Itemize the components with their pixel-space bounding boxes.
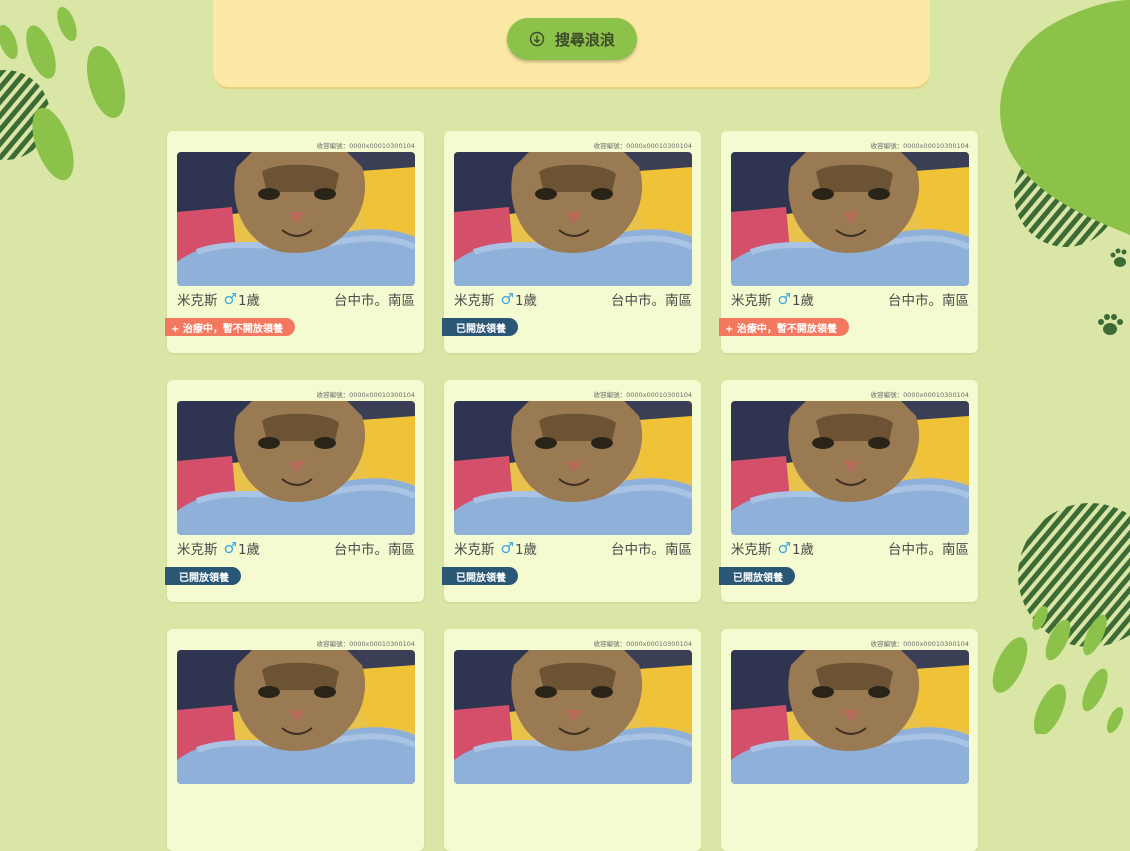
leaf-shape <box>0 24 18 60</box>
shelter-id: 收容編號：0000x00010300104 <box>316 640 415 648</box>
pet-card-grid: 收容編號：0000x00010300104 米克斯 ♂ 1歲 台中市。南區 + … <box>165 131 978 851</box>
paw-icon <box>1110 248 1127 267</box>
pet-age: 1歲 <box>237 542 261 558</box>
paw-icon <box>1098 314 1123 335</box>
pet-card[interactable]: 收容編號：0000x00010300104 <box>721 629 978 851</box>
shelter-id: 收容編號：0000x00010300104 <box>870 640 969 648</box>
pet-card[interactable]: 收容編號：0000x00010300104 <box>167 629 424 851</box>
leaf-shape <box>1032 605 1048 631</box>
leaf-shape <box>1033 684 1067 734</box>
pet-location: 台中市。南區 <box>611 293 692 309</box>
shelter-id: 收容編號：0000x00010300104 <box>316 142 415 150</box>
pet-age: 1歲 <box>791 293 815 309</box>
shelter-id: 收容編號：0000x00010300104 <box>593 142 692 150</box>
search-panel: 搜尋浪浪 <box>213 0 930 87</box>
pet-breed: 米克斯 <box>731 542 772 558</box>
pet-card[interactable]: 收容編號：0000x00010300104 米克斯 ♂ 1歲 <box>719 380 978 602</box>
arrow-down-circle-icon <box>529 31 545 47</box>
leaf-shape <box>32 107 74 181</box>
shelter-id: 收容編號：0000x00010300104 <box>316 391 415 399</box>
pet-photo[interactable] <box>731 401 969 535</box>
leaf-shape <box>1082 668 1108 712</box>
pet-breed: 米克斯 <box>177 293 218 309</box>
pet-card[interactable]: 收容編號：0000x00010300104 米克斯 ♂ 1歲 <box>442 380 701 602</box>
leaf-shape <box>57 6 77 42</box>
striped-blob-bottom-right <box>1018 503 1130 647</box>
pet-location: 台中市。南區 <box>334 293 415 309</box>
pet-photo[interactable] <box>731 152 969 286</box>
search-button[interactable]: 搜尋浪浪 <box>507 18 637 60</box>
shelter-id: 收容編號：0000x00010300104 <box>870 142 969 150</box>
status-badge: 已開放領養 <box>719 567 795 585</box>
male-icon: ♂ <box>500 290 514 308</box>
pet-photo[interactable] <box>177 650 415 784</box>
status-badge: + 治療中，暫不開放領養 <box>719 318 849 336</box>
pet-location: 台中市。南區 <box>611 542 692 558</box>
status-badge: 已開放領養 <box>442 567 518 585</box>
pet-info <box>454 787 692 807</box>
pet-photo[interactable] <box>177 152 415 286</box>
striped-blob-top-right <box>1014 143 1118 247</box>
pet-info: 米克斯 ♂ 1歲 台中市。南區 <box>731 289 969 309</box>
pet-info: 米克斯 ♂ 1歲 台中市。南區 <box>454 289 692 309</box>
pet-info: 米克斯 ♂ 1歲 台中市。南區 <box>177 289 415 309</box>
status-badge: 已開放領養 <box>442 318 518 336</box>
pet-info: 米克斯 ♂ 1歲 台中市。南區 <box>731 538 969 558</box>
male-icon: ♂ <box>777 539 791 557</box>
male-icon: ♂ <box>223 290 237 308</box>
pet-breed: 米克斯 <box>731 293 772 309</box>
pet-photo[interactable] <box>731 650 969 784</box>
pet-location: 台中市。南區 <box>888 293 969 309</box>
pet-breed: 米克斯 <box>454 293 495 309</box>
leaf-shape <box>1083 614 1107 656</box>
male-icon: ♂ <box>777 290 791 308</box>
green-blob-top-right <box>1000 0 1130 235</box>
pet-age: 1歲 <box>514 293 538 309</box>
pet-location: 台中市。南區 <box>334 542 415 558</box>
leaf-shape <box>992 637 1028 693</box>
pet-info <box>177 787 415 807</box>
pet-breed: 米克斯 <box>177 542 218 558</box>
shelter-id: 收容編號：0000x00010300104 <box>593 391 692 399</box>
pet-info: 米克斯 ♂ 1歲 台中市。南區 <box>177 538 415 558</box>
shelter-id: 收容編號：0000x00010300104 <box>870 391 969 399</box>
search-button-label: 搜尋浪浪 <box>554 30 615 49</box>
pet-photo[interactable] <box>177 401 415 535</box>
leaf-shape <box>26 25 56 79</box>
male-icon: ♂ <box>223 539 237 557</box>
pet-breed: 米克斯 <box>454 542 495 558</box>
leaf-shape <box>1045 619 1071 661</box>
pet-photo[interactable] <box>454 152 692 286</box>
pet-info: 米克斯 ♂ 1歲 台中市。南區 <box>454 538 692 558</box>
pet-card[interactable]: 收容編號：0000x00010300104 <box>444 629 701 851</box>
pet-card[interactable]: 收容編號：0000x00010300104 米克斯 ♂ 1歲 <box>165 380 424 602</box>
status-badge: + 治療中，暫不開放領養 <box>165 318 295 336</box>
pet-location: 台中市。南區 <box>888 542 969 558</box>
male-icon: ♂ <box>500 539 514 557</box>
striped-blob-top-left <box>0 70 50 160</box>
pet-age: 1歲 <box>514 542 538 558</box>
shelter-id: 收容編號：0000x00010300104 <box>593 640 692 648</box>
pet-card[interactable]: 收容編號：0000x00010300104 米克斯 ♂ 1歲 <box>719 131 978 353</box>
pet-card[interactable]: 收容編號：0000x00010300104 米克斯 ♂ 1歲 <box>442 131 701 353</box>
leaf-shape <box>86 45 126 119</box>
leaf-shape <box>1106 707 1124 733</box>
status-badge: 已開放領養 <box>165 567 241 585</box>
pet-photo[interactable] <box>454 650 692 784</box>
pet-info <box>731 787 969 807</box>
pet-photo[interactable] <box>454 401 692 535</box>
pet-card[interactable]: 收容編號：0000x00010300104 米克斯 ♂ 1歲 <box>165 131 424 353</box>
pet-age: 1歲 <box>237 293 261 309</box>
pet-age: 1歲 <box>791 542 815 558</box>
